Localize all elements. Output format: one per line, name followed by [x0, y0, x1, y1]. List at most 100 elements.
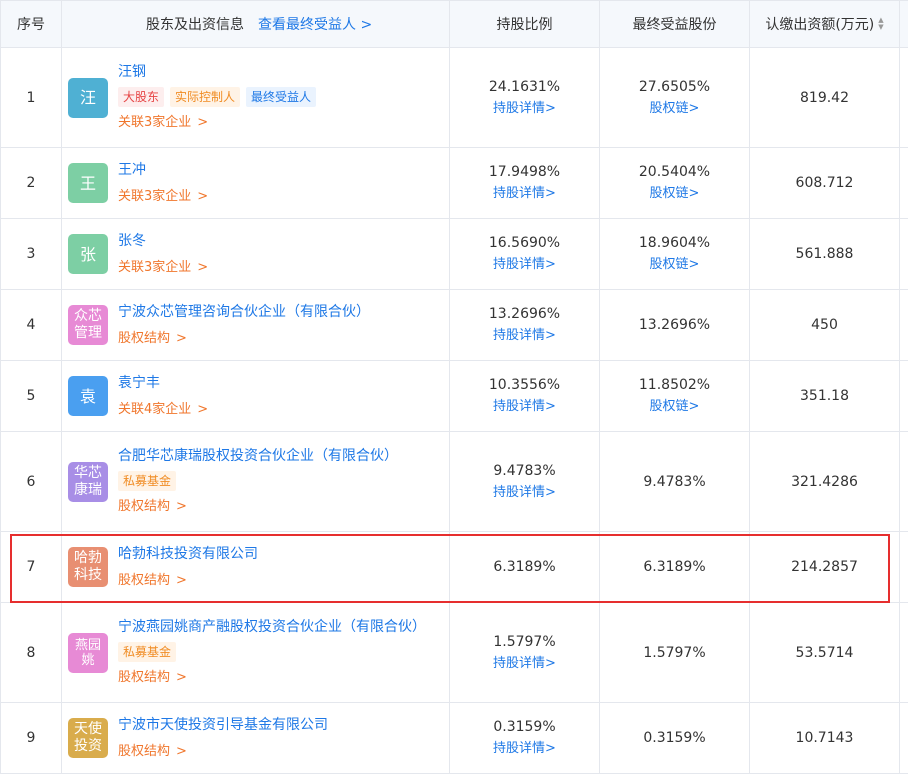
shareholder-details: 袁宁丰关联4家企业 >: [118, 373, 208, 420]
capital-value: 819.42: [750, 48, 900, 148]
final-value: 13.2696%: [638, 317, 711, 333]
shareholder-details: 张冬关联3家企业 >: [118, 231, 208, 278]
header-capital-label: 认缴出资额(万元): [765, 17, 875, 33]
associated-link[interactable]: 关联4家企业 >: [118, 400, 208, 420]
final-stack: 11.8502% 股权链>: [639, 374, 710, 418]
avatar: 袁: [68, 376, 108, 416]
shareholder-info: 哈勃科技 哈勃科技投资有限公司 股权结构 >: [62, 532, 450, 603]
holding-detail-link[interactable]: 持股详情>: [493, 738, 556, 760]
sort-icon[interactable]: ▲ ▼: [878, 17, 883, 31]
holding-detail-link[interactable]: 持股详情>: [493, 396, 556, 418]
associated-link-label: 关联3家企业: [118, 259, 192, 275]
capital-value: 214.2857: [750, 532, 900, 603]
shareholder-info: 天使投资 宁波市天使投资引导基金有限公司 股权结构 >: [62, 703, 450, 774]
tag-list: 私募基金: [118, 642, 426, 662]
ratio-cell: 17.9498% 持股详情>: [450, 148, 600, 219]
header-capital[interactable]: 认缴出资额(万元) ▲ ▼: [750, 0, 900, 48]
holding-detail-link[interactable]: 持股详情>: [493, 653, 556, 675]
final-value: 20.5404%: [638, 164, 711, 180]
chevron-right-icon: >: [176, 499, 187, 514]
row-index: 3: [0, 219, 62, 290]
associated-link-label: 股权结构: [118, 330, 171, 346]
holding-detail-link[interactable]: 持股详情>: [493, 254, 556, 276]
final-value: 9.4783%: [643, 473, 706, 490]
shareholder-details: 汪钢 大股东 实际控制人 最终受益人 关联3家企业 >: [118, 62, 317, 133]
shareholder-table: 序号 股东及出资信息 查看最终受益人 > 持股比例 最终受益股份 认缴出资额(万…: [0, 0, 908, 774]
shareholder-name-link[interactable]: 哈勃科技投资有限公司: [118, 544, 258, 564]
ratio-value: 13.2696%: [488, 306, 561, 322]
row-spacer: [900, 603, 908, 703]
final-value: 18.9604%: [638, 235, 711, 251]
row-index: 6: [0, 432, 62, 532]
holding-detail-link[interactable]: 持股详情>: [493, 482, 556, 504]
tag-badge: 实际控制人: [170, 87, 241, 107]
row-spacer: [900, 290, 908, 361]
associated-link[interactable]: 股权结构 >: [118, 571, 258, 591]
ratio-stack: 1.5797% 持股详情>: [493, 631, 556, 675]
ratio-stack: 0.3159% 持股详情>: [493, 716, 556, 760]
final-value: 11.8502%: [638, 377, 711, 393]
capital-value: 321.4286: [750, 432, 900, 532]
associated-link[interactable]: 股权结构 >: [118, 497, 398, 517]
holding-detail-link[interactable]: 持股详情>: [493, 325, 556, 347]
associated-link[interactable]: 股权结构 >: [118, 329, 370, 349]
capital-value: 450: [750, 290, 900, 361]
shareholder-info: 众芯管理 宁波众芯管理咨询合伙企业（有限合伙） 股权结构 >: [62, 290, 450, 361]
final-stack: 0.3159%: [643, 727, 705, 749]
equity-chain-link[interactable]: 股权链>: [650, 254, 700, 276]
equity-chain-link[interactable]: 股权链>: [650, 183, 700, 205]
final-cell: 20.5404% 股权链>: [600, 148, 750, 219]
ratio-value: 0.3159%: [493, 719, 556, 735]
shareholder-name-link[interactable]: 汪钢: [118, 62, 316, 82]
shareholder-name-link[interactable]: 宁波市天使投资引导基金有限公司: [118, 715, 328, 735]
shareholder-name-link[interactable]: 合肥华芯康瑞股权投资合伙企业（有限合伙）: [118, 446, 398, 466]
row-spacer: [900, 148, 908, 219]
ratio-cell: 0.3159% 持股详情>: [450, 703, 600, 774]
associated-link[interactable]: 股权结构 >: [118, 742, 328, 762]
avatar: 张: [68, 234, 108, 274]
holding-detail-link[interactable]: 持股详情>: [493, 183, 556, 205]
header-info-label: 股东及出资信息: [146, 17, 244, 33]
associated-link[interactable]: 关联3家企业 >: [118, 258, 208, 278]
final-cell: 13.2696%: [600, 290, 750, 361]
avatar: 王: [68, 163, 108, 203]
final-cell: 27.6505% 股权链>: [600, 48, 750, 148]
tag-list: 私募基金: [118, 471, 398, 491]
avatar: 汪: [68, 77, 108, 118]
ratio-cell: 1.5797% 持股详情>: [450, 603, 600, 703]
row-spacer: [900, 361, 908, 432]
associated-link[interactable]: 关联3家企业 >: [118, 187, 208, 207]
final-value: 27.6505%: [638, 78, 711, 95]
final-cell: 11.8502% 股权链>: [600, 361, 750, 432]
ratio-cell: 16.5690% 持股详情>: [450, 219, 600, 290]
equity-chain-link[interactable]: 股权链>: [650, 98, 700, 120]
holding-detail-link[interactable]: 持股详情>: [493, 98, 556, 120]
shareholder-name-link[interactable]: 张冬: [118, 231, 208, 251]
shareholder-info: 汪汪钢 大股东 实际控制人 最终受益人 关联3家企业 >: [62, 48, 450, 148]
associated-link-label: 股权结构: [118, 572, 171, 588]
avatar: 众芯管理: [68, 305, 108, 345]
shareholder-name-link[interactable]: 袁宁丰: [118, 373, 208, 393]
view-final-beneficiary-link[interactable]: 查看最终受益人 >: [258, 14, 372, 34]
capital-value: 608.712: [750, 148, 900, 219]
chevron-right-icon: >: [176, 743, 187, 759]
equity-chain-link[interactable]: 股权链>: [650, 396, 700, 418]
ratio-value: 16.5690%: [488, 235, 561, 251]
tag-badge: 大股东: [118, 87, 165, 107]
capital-value: 10.7143: [750, 703, 900, 774]
ratio-cell: 24.1631% 持股详情>: [450, 48, 600, 148]
row-index: 9: [0, 703, 62, 774]
ratio-stack: 16.5690% 持股详情>: [489, 232, 560, 276]
tag-badge: 私募基金: [118, 471, 177, 491]
ratio-cell: 13.2696% 持股详情>: [450, 290, 600, 361]
associated-link-label: 股权结构: [118, 670, 171, 685]
shareholder-name-link[interactable]: 宁波燕园姚商产融股权投资合伙企业（有限合伙）: [118, 617, 426, 637]
associated-link[interactable]: 股权结构 >: [118, 668, 426, 688]
associated-link-label: 关联3家企业: [118, 188, 192, 204]
final-stack: 20.5404% 股权链>: [639, 161, 710, 205]
shareholder-name-link[interactable]: 王冲: [118, 160, 208, 180]
ratio-cell: 9.4783% 持股详情>: [450, 432, 600, 532]
shareholder-name-link[interactable]: 宁波众芯管理咨询合伙企业（有限合伙）: [118, 302, 370, 322]
final-stack: 6.3189%: [643, 556, 705, 578]
associated-link[interactable]: 关联3家企业 >: [118, 113, 316, 133]
